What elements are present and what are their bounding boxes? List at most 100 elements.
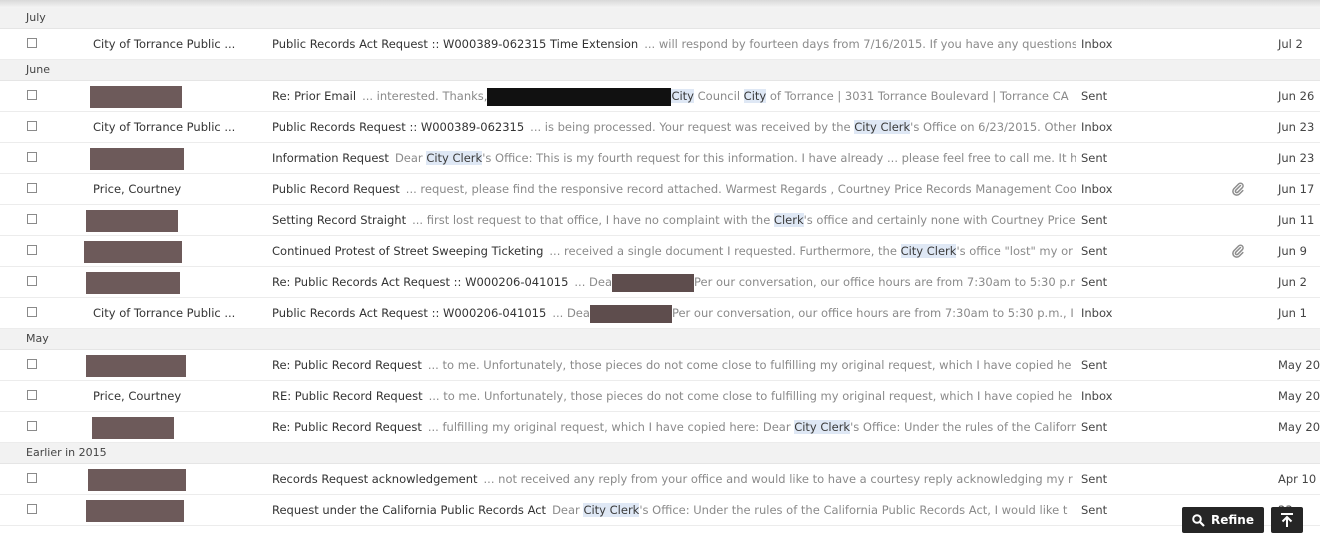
folder-label: Sent bbox=[1081, 275, 1108, 289]
select-checkbox[interactable] bbox=[27, 121, 37, 131]
redacted-sender bbox=[90, 148, 184, 170]
select-checkbox[interactable] bbox=[27, 390, 37, 400]
message-row[interactable]: City of Torrance Public ... Public Record… bbox=[0, 112, 1320, 143]
snippet-text: ... to me. Unfortunately, those pieces d… bbox=[427, 358, 1072, 372]
sender: Price, Courtney bbox=[93, 389, 182, 403]
subject-and-preview[interactable]: Public Records Act Request :: W000389-06… bbox=[272, 29, 1076, 59]
select-checkbox[interactable] bbox=[27, 421, 37, 431]
date: Jun 26 bbox=[1278, 89, 1315, 103]
folder-label: Sent bbox=[1081, 244, 1108, 258]
search-icon bbox=[1192, 513, 1205, 527]
subject: Re: Public Record Request bbox=[272, 420, 422, 434]
redaction-block bbox=[569, 87, 672, 106]
preview-snippet: ... interested. Thanks, City Council City… bbox=[362, 87, 1069, 106]
paperclip-icon bbox=[1232, 236, 1248, 266]
subject: Setting Record Straight bbox=[272, 213, 407, 227]
preview-snippet: Dear City Clerk's Office: Under the rule… bbox=[552, 503, 1067, 517]
subject-and-preview[interactable]: Re: Public Record Request ... to me. Unfo… bbox=[272, 350, 1076, 380]
redacted-sender bbox=[84, 241, 182, 263]
redacted-sender bbox=[86, 355, 186, 377]
sender: City of Torrance Public ... bbox=[93, 306, 236, 320]
message-row[interactable]: Setting Record Straight ... first lost re… bbox=[0, 205, 1320, 236]
folder-label: Sent bbox=[1081, 89, 1108, 103]
search-highlight: City Clerk bbox=[854, 120, 911, 134]
message-row[interactable]: City of Torrance Public ... Public Record… bbox=[0, 298, 1320, 329]
subject: Request under the California Public Reco… bbox=[272, 503, 547, 517]
preview-snippet: ... first lost request to that office, I… bbox=[412, 213, 1076, 227]
snippet-text: ... Dea bbox=[552, 306, 590, 320]
snippet-text: Council bbox=[694, 89, 744, 103]
refine-button[interactable]: Refine bbox=[1182, 507, 1264, 533]
preview-snippet: Dear City Clerk's Office: This is my fou… bbox=[395, 151, 1076, 165]
subject: Records Request acknowledgement bbox=[272, 472, 478, 486]
subject-and-preview[interactable]: Re: Public Record Request ... fulfilling … bbox=[272, 412, 1076, 442]
redacted-sender bbox=[86, 500, 184, 522]
subject: Re: Public Record Request bbox=[272, 358, 422, 372]
date: May 20 bbox=[1278, 358, 1320, 372]
snippet-text: 's Office: This is my fourth request for… bbox=[482, 151, 1076, 165]
date: Apr 10 bbox=[1278, 472, 1317, 486]
message-row[interactable]: Request under the California Public Reco… bbox=[0, 495, 1320, 526]
snippet-text: of Torrance | 3031 Torrance Boulevard | … bbox=[766, 89, 1069, 103]
search-highlight: City bbox=[743, 89, 767, 103]
subject-and-preview[interactable]: Re: Public Records Act Request :: W00020… bbox=[272, 267, 1076, 297]
subject: Information Request bbox=[272, 151, 389, 165]
message-row[interactable]: Price, Courtney Public Record Request ... … bbox=[0, 174, 1320, 205]
select-checkbox[interactable] bbox=[27, 473, 37, 483]
select-checkbox[interactable] bbox=[27, 38, 37, 48]
redacted-sender bbox=[86, 210, 178, 232]
message-row[interactable]: Continued Protest of Street Sweeping Tic… bbox=[0, 236, 1320, 267]
subject-and-preview[interactable]: Continued Protest of Street Sweeping Tic… bbox=[272, 236, 1076, 266]
select-checkbox[interactable] bbox=[27, 359, 37, 369]
redacted-sender bbox=[86, 272, 180, 294]
preview-snippet: ... request, please find the responsive … bbox=[406, 182, 1076, 196]
subject-and-preview[interactable]: Records Request acknowledgement ... not r… bbox=[272, 464, 1076, 494]
select-checkbox[interactable] bbox=[27, 90, 37, 100]
snippet-text: ... request, please find the responsive … bbox=[405, 182, 1076, 196]
redacted-sender bbox=[88, 469, 186, 491]
subject-and-preview[interactable]: RE: Public Record Request ... to me. Unfo… bbox=[272, 381, 1076, 411]
select-checkbox[interactable] bbox=[27, 245, 37, 255]
subject: Public Records Act Request :: W000206-04… bbox=[272, 306, 547, 320]
subject-and-preview[interactable]: Public Records Request :: W000389-062315… bbox=[272, 112, 1076, 142]
preview-snippet: ... to me. Unfortunately, those pieces d… bbox=[429, 389, 1073, 403]
message-row[interactable]: Re: Public Record Request ... fulfilling … bbox=[0, 412, 1320, 443]
subject-and-preview[interactable]: Request under the California Public Reco… bbox=[272, 495, 1076, 525]
sender: City of Torrance Public ... bbox=[93, 37, 236, 51]
select-checkbox[interactable] bbox=[27, 276, 37, 286]
date: Jul 2 bbox=[1278, 37, 1303, 51]
redacted-sender bbox=[92, 417, 174, 439]
redaction-block bbox=[589, 304, 672, 323]
select-checkbox[interactable] bbox=[27, 152, 37, 162]
snippet-text: Per our conversation, our office hours a… bbox=[671, 306, 1074, 320]
message-row[interactable]: Records Request acknowledgement ... not r… bbox=[0, 464, 1320, 495]
message-row[interactable]: City of Torrance Public ... Public Record… bbox=[0, 29, 1320, 60]
preview-snippet: ... received a single document I request… bbox=[549, 244, 1073, 258]
select-checkbox[interactable] bbox=[27, 504, 37, 514]
subject-and-preview[interactable]: Information Request Dear City Clerk's Off… bbox=[272, 143, 1076, 173]
select-checkbox[interactable] bbox=[27, 214, 37, 224]
message-row[interactable]: Re: Prior Email ... interested. Thanks, Ci… bbox=[0, 81, 1320, 112]
scroll-to-top-button[interactable] bbox=[1271, 507, 1303, 533]
subject-and-preview[interactable]: Setting Record Straight ... first lost re… bbox=[272, 205, 1076, 235]
date: Jun 9 bbox=[1278, 244, 1307, 258]
message-row[interactable]: Information Request Dear City Clerk's Off… bbox=[0, 143, 1320, 174]
redaction-block bbox=[612, 273, 695, 292]
snippet-text: 's Office: Under the rules of the Califo… bbox=[850, 420, 1076, 434]
subject-and-preview[interactable]: Re: Prior Email ... interested. Thanks, Ci… bbox=[272, 81, 1076, 111]
snippet-text: Dear bbox=[552, 503, 584, 517]
message-row[interactable]: Price, Courtney RE: Public Record Request… bbox=[0, 381, 1320, 412]
subject-and-preview[interactable]: Public Records Act Request :: W000206-04… bbox=[272, 298, 1076, 328]
group-header: May bbox=[0, 329, 1320, 350]
select-checkbox[interactable] bbox=[27, 307, 37, 317]
folder-label: Inbox bbox=[1081, 306, 1113, 320]
subject-and-preview[interactable]: Public Record Request ... request, please… bbox=[272, 174, 1076, 204]
message-row[interactable]: Re: Public Record Request ... to me. Unfo… bbox=[0, 350, 1320, 381]
subject: Public Records Request :: W000389-062315 bbox=[272, 120, 525, 134]
folder-label: Sent bbox=[1081, 503, 1108, 517]
select-checkbox[interactable] bbox=[27, 183, 37, 193]
sender: Price, Courtney bbox=[93, 182, 182, 196]
date: Jun 11 bbox=[1278, 213, 1315, 227]
message-row[interactable]: Re: Public Records Act Request :: W00020… bbox=[0, 267, 1320, 298]
search-highlight: City bbox=[671, 89, 694, 103]
